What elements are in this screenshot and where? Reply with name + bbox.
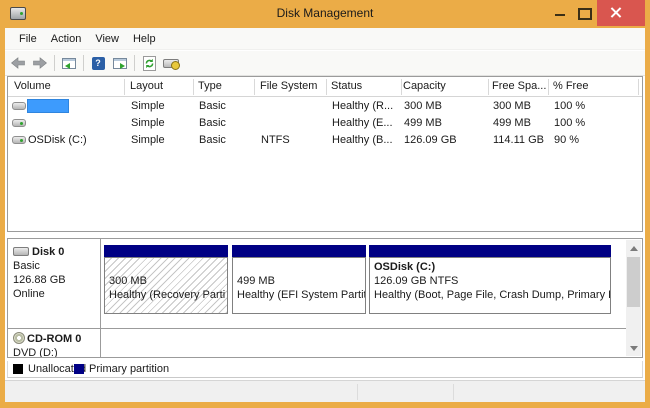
volume-icon [12, 136, 26, 144]
disk0-type: Basic [13, 259, 100, 273]
primary-partition-label: Primary partition [89, 363, 169, 375]
cdrom0-label-cell[interactable]: CD-ROM 0 DVD (D:) [8, 329, 101, 358]
col-file-system[interactable]: File System [260, 80, 317, 92]
help-icon: ? [92, 57, 105, 70]
toolbar-separator [134, 55, 135, 71]
cell-layout: Simple [131, 134, 165, 146]
disk0-size: 126.88 GB [13, 273, 100, 287]
partition-size: 300 MB [109, 274, 227, 288]
cell-free-space: 300 MB [493, 100, 531, 112]
refresh-icon [143, 56, 156, 71]
action-pane-icon [113, 58, 127, 69]
primary-partition-swatch [74, 364, 84, 374]
cell-type: Basic [199, 117, 226, 129]
vertical-scrollbar[interactable] [626, 240, 641, 356]
client-area: File Action View Help ? [5, 28, 645, 402]
back-arrow-icon [10, 56, 26, 70]
partition-recovery[interactable]: 300 MB Healthy (Recovery Parti [104, 245, 228, 314]
volume-row-recovery[interactable]: Simple Basic Healthy (R... 300 MB 300 MB… [8, 98, 642, 115]
cell-volume: OSDisk (C:) [28, 134, 87, 146]
cell-pct-free: 100 % [554, 100, 585, 112]
volume-list-pane: Volume Layout Type File System Status Ca… [7, 76, 643, 232]
menu-help[interactable]: Help [126, 30, 163, 48]
scroll-thumb[interactable] [627, 257, 640, 307]
graphical-view-pane: Disk 0 Basic 126.88 GB Online 300 MB Hea… [7, 238, 643, 358]
help-button[interactable]: ? [87, 53, 109, 73]
partition-color-bar [104, 245, 228, 257]
toolbar-separator [54, 55, 55, 71]
col-capacity[interactable]: Capacity [403, 80, 446, 92]
disk0-name: Disk 0 [32, 246, 64, 258]
col-pct-free[interactable]: % Free [553, 80, 588, 92]
cell-status: Healthy (R... [332, 100, 393, 112]
col-type[interactable]: Type [198, 80, 222, 92]
scroll-down-arrow[interactable] [626, 340, 641, 356]
volume-icon [12, 119, 26, 127]
disk-properties-button[interactable] [160, 53, 182, 73]
minimize-button[interactable] [550, 0, 572, 26]
cell-pct-free: 100 % [554, 117, 585, 129]
partition-status: Healthy (EFI System Partit [237, 288, 365, 302]
cell-pct-free: 90 % [554, 134, 579, 146]
partition-size: 126.09 GB NTFS [374, 274, 610, 288]
toolbar: ? [5, 51, 645, 76]
cell-type: Basic [199, 134, 226, 146]
disk-gear-icon [163, 59, 179, 68]
console-tree-icon [62, 58, 76, 69]
disk-icon [13, 247, 29, 256]
show-action-pane-button[interactable] [109, 53, 131, 73]
volume-row-efi[interactable]: Simple Basic Healthy (E... 499 MB 499 MB… [8, 115, 642, 132]
unallocated-swatch [13, 364, 23, 374]
cell-capacity: 126.09 GB [404, 134, 457, 146]
cell-layout: Simple [131, 100, 165, 112]
menu-bar: File Action View Help [5, 28, 645, 50]
menu-action[interactable]: Action [44, 30, 89, 48]
disk0-state: Online [13, 287, 100, 301]
cd-icon [13, 332, 25, 344]
col-free-space[interactable]: Free Spa... [492, 80, 546, 92]
cell-status: Healthy (E... [332, 117, 393, 129]
titlebar[interactable]: Disk Management [0, 0, 650, 28]
col-status[interactable]: Status [331, 80, 362, 92]
partition-color-bar [232, 245, 366, 257]
refresh-button[interactable] [138, 53, 160, 73]
col-volume[interactable]: Volume [14, 80, 51, 92]
menu-view[interactable]: View [88, 30, 126, 48]
back-button[interactable] [7, 53, 29, 73]
partition-osdisk[interactable]: OSDisk (C:) 126.09 GB NTFS Healthy (Boot… [369, 245, 611, 314]
cell-type: Basic [199, 100, 226, 112]
disk-management-window: Disk Management File Action View Help [0, 0, 650, 408]
cdrom0-name: CD-ROM 0 [27, 333, 81, 345]
cell-file-system: NTFS [261, 134, 290, 146]
menu-file[interactable]: File [12, 30, 44, 48]
disk0-label-cell[interactable]: Disk 0 Basic 126.88 GB Online [8, 239, 101, 328]
scroll-up-arrow[interactable] [626, 240, 641, 256]
cdrom0-media: DVD (D:) [13, 346, 100, 358]
show-console-tree-button[interactable] [58, 53, 80, 73]
partition-title: OSDisk (C:) [374, 260, 610, 274]
close-button[interactable] [597, 0, 645, 26]
cell-capacity: 300 MB [404, 100, 442, 112]
forward-arrow-icon [32, 56, 48, 70]
cell-layout: Simple [131, 117, 165, 129]
volume-icon [12, 102, 26, 110]
col-layout[interactable]: Layout [130, 80, 163, 92]
cell-status: Healthy (B... [332, 134, 393, 146]
volume-row-osdisk[interactable]: OSDisk (C:) Simple Basic NTFS Healthy (B… [8, 132, 642, 149]
volume-list-header: Volume Layout Type File System Status Ca… [8, 77, 642, 97]
legend-bar: Unallocated Primary partition [7, 361, 643, 378]
partition-efi[interactable]: 499 MB Healthy (EFI System Partit [232, 245, 366, 314]
partition-size: 499 MB [237, 274, 365, 288]
selected-volume-highlight [27, 99, 69, 113]
toolbar-separator [83, 55, 84, 71]
status-bar [5, 380, 645, 402]
partition-status: Healthy (Boot, Page File, Crash Dump, Pr… [374, 288, 610, 302]
cell-free-space: 499 MB [493, 117, 531, 129]
cell-capacity: 499 MB [404, 117, 442, 129]
maximize-button[interactable] [574, 0, 596, 26]
partition-status: Healthy (Recovery Parti [109, 288, 227, 302]
cell-free-space: 114.11 GB [493, 134, 544, 146]
forward-button[interactable] [29, 53, 51, 73]
partition-color-bar [369, 245, 611, 257]
